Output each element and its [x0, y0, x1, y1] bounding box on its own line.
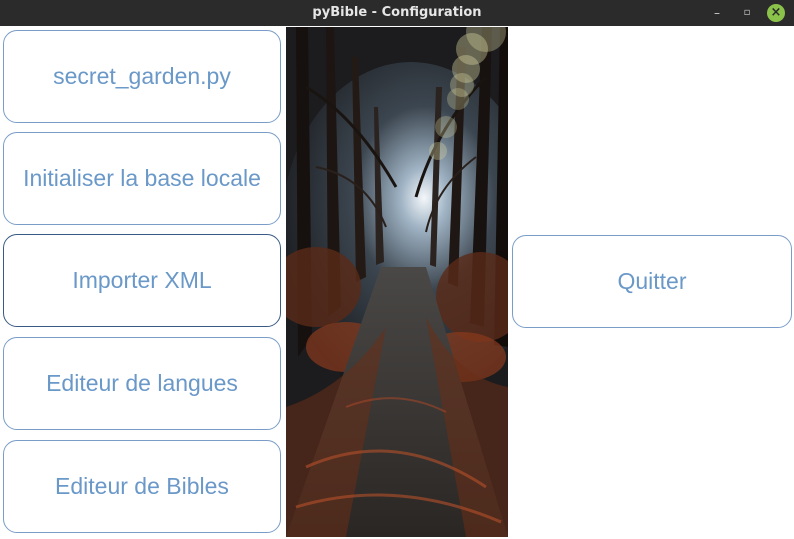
language-editor-button[interactable]: Editeur de langues [3, 337, 281, 430]
forest-path-image [286, 27, 508, 537]
import-xml-button[interactable]: Importer XML [3, 234, 281, 327]
window-title: pyBible - Configuration [312, 5, 482, 20]
minimize-icon[interactable]: – [708, 4, 726, 22]
quit-button[interactable]: Quitter [512, 235, 792, 328]
secret-garden-button[interactable]: secret_garden.py [3, 30, 281, 123]
maximize-icon[interactable]: ▫ [738, 4, 756, 22]
init-local-db-button[interactable]: Initialiser la base locale [3, 132, 281, 225]
title-bar: pyBible - Configuration – ▫ × [0, 0, 794, 26]
bible-editor-button[interactable]: Editeur de Bibles [3, 440, 281, 533]
close-icon[interactable]: × [767, 4, 785, 22]
